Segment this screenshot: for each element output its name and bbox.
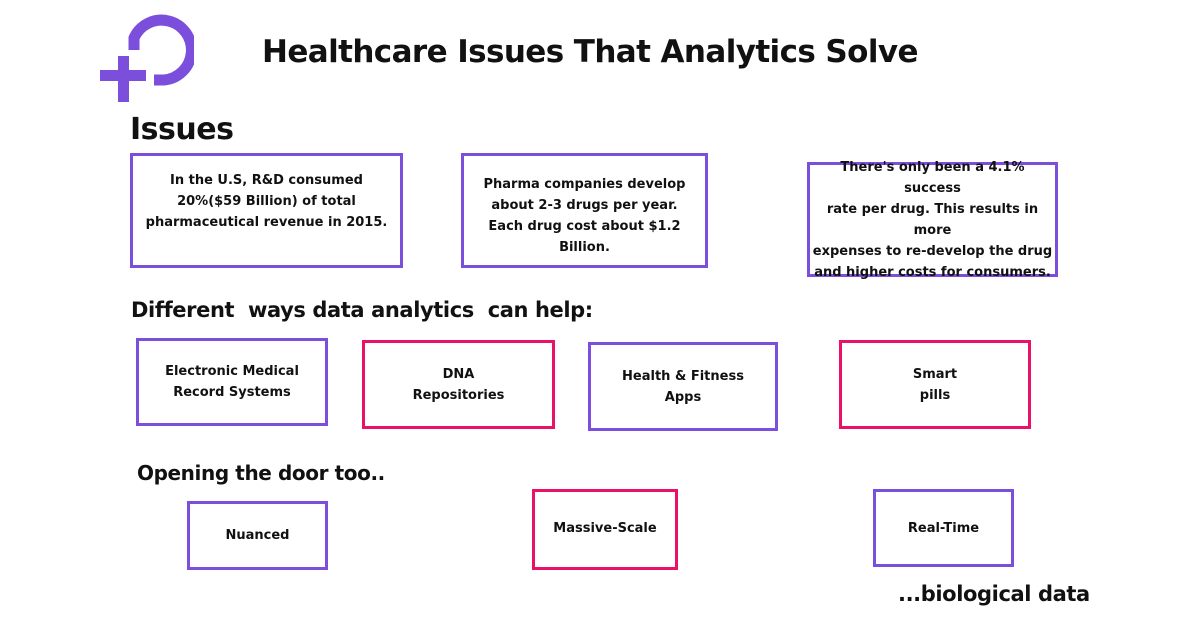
- way-text: Electronic Medical Record Systems: [165, 364, 299, 400]
- way-card: DNA Repositories: [362, 340, 555, 429]
- way-text: DNA Repositories: [412, 366, 505, 403]
- way-card: Health & Fitness Apps: [588, 342, 778, 431]
- issue-card: In the U.S, R&D consumed 20%($59 Billion…: [130, 153, 403, 268]
- issue-card: Pharma companies develop about 2-3 drugs…: [461, 153, 708, 268]
- data-type-text: Massive-Scale: [553, 521, 657, 536]
- issue-text: There's only been a 4.1% success rate pe…: [812, 159, 1053, 280]
- plus-loop-logo-icon: [100, 14, 194, 102]
- ways-heading: Different ways data analytics can help:: [131, 298, 593, 322]
- way-card: Smart pills: [839, 340, 1031, 429]
- data-type-text: Nuanced: [225, 528, 290, 543]
- issue-text: In the U.S, R&D consumed 20%($59 Billion…: [145, 173, 388, 230]
- biological-data-footer: ...biological data: [898, 582, 1090, 606]
- way-text: Health & Fitness Apps: [622, 368, 744, 405]
- door-heading: Opening the door too..: [137, 461, 385, 485]
- data-type-card: Massive-Scale: [532, 489, 678, 570]
- issue-text: Pharma companies develop about 2-3 drugs…: [483, 177, 686, 255]
- data-type-card: Real-Time: [873, 489, 1014, 567]
- issue-card: There's only been a 4.1% success rate pe…: [807, 160, 1058, 280]
- way-card: Electronic Medical Record Systems: [136, 338, 328, 426]
- way-text: Smart pills: [912, 366, 958, 403]
- data-type-text: Real-Time: [907, 521, 980, 536]
- page-title: Healthcare Issues That Analytics Solve: [262, 34, 918, 70]
- issues-heading: Issues: [130, 112, 234, 147]
- data-type-card: Nuanced: [187, 501, 328, 570]
